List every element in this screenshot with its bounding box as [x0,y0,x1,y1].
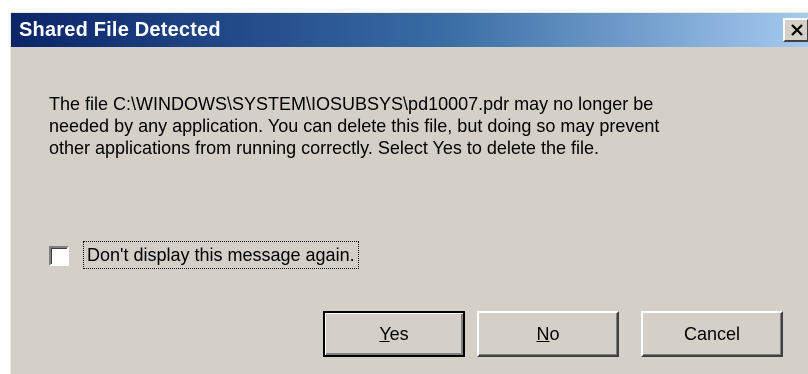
message-text: The file C:\WINDOWS\SYSTEM\IOSUBSYS\pd10… [49,93,801,159]
yes-button-label-rest: es [389,324,409,344]
yes-button[interactable]: Yes [323,311,465,357]
no-button[interactable]: No [477,311,619,357]
close-icon [791,24,803,36]
dont-display-again-checkbox[interactable] [49,246,69,266]
dialog-window: Shared File Detected The file C:\WINDOWS… [10,12,808,374]
message-line: other applications from running correctl… [49,138,599,158]
no-button-label-rest: o [549,324,560,344]
message-line: The file C:\WINDOWS\SYSTEM\IOSUBSYS\pd10… [49,94,654,114]
yes-button-mnemonic: Y [379,324,390,344]
window-title: Shared File Detected [19,19,221,41]
dont-display-again-label[interactable]: Don't display this message again. [83,241,359,269]
close-button[interactable] [783,18,808,42]
no-button-mnemonic: N [536,324,550,344]
title-bar[interactable]: Shared File Detected [11,13,808,47]
cancel-button[interactable]: Cancel [641,311,783,357]
cancel-button-label: Cancel [683,324,741,344]
message-line: needed by any application. You can delet… [49,116,660,136]
